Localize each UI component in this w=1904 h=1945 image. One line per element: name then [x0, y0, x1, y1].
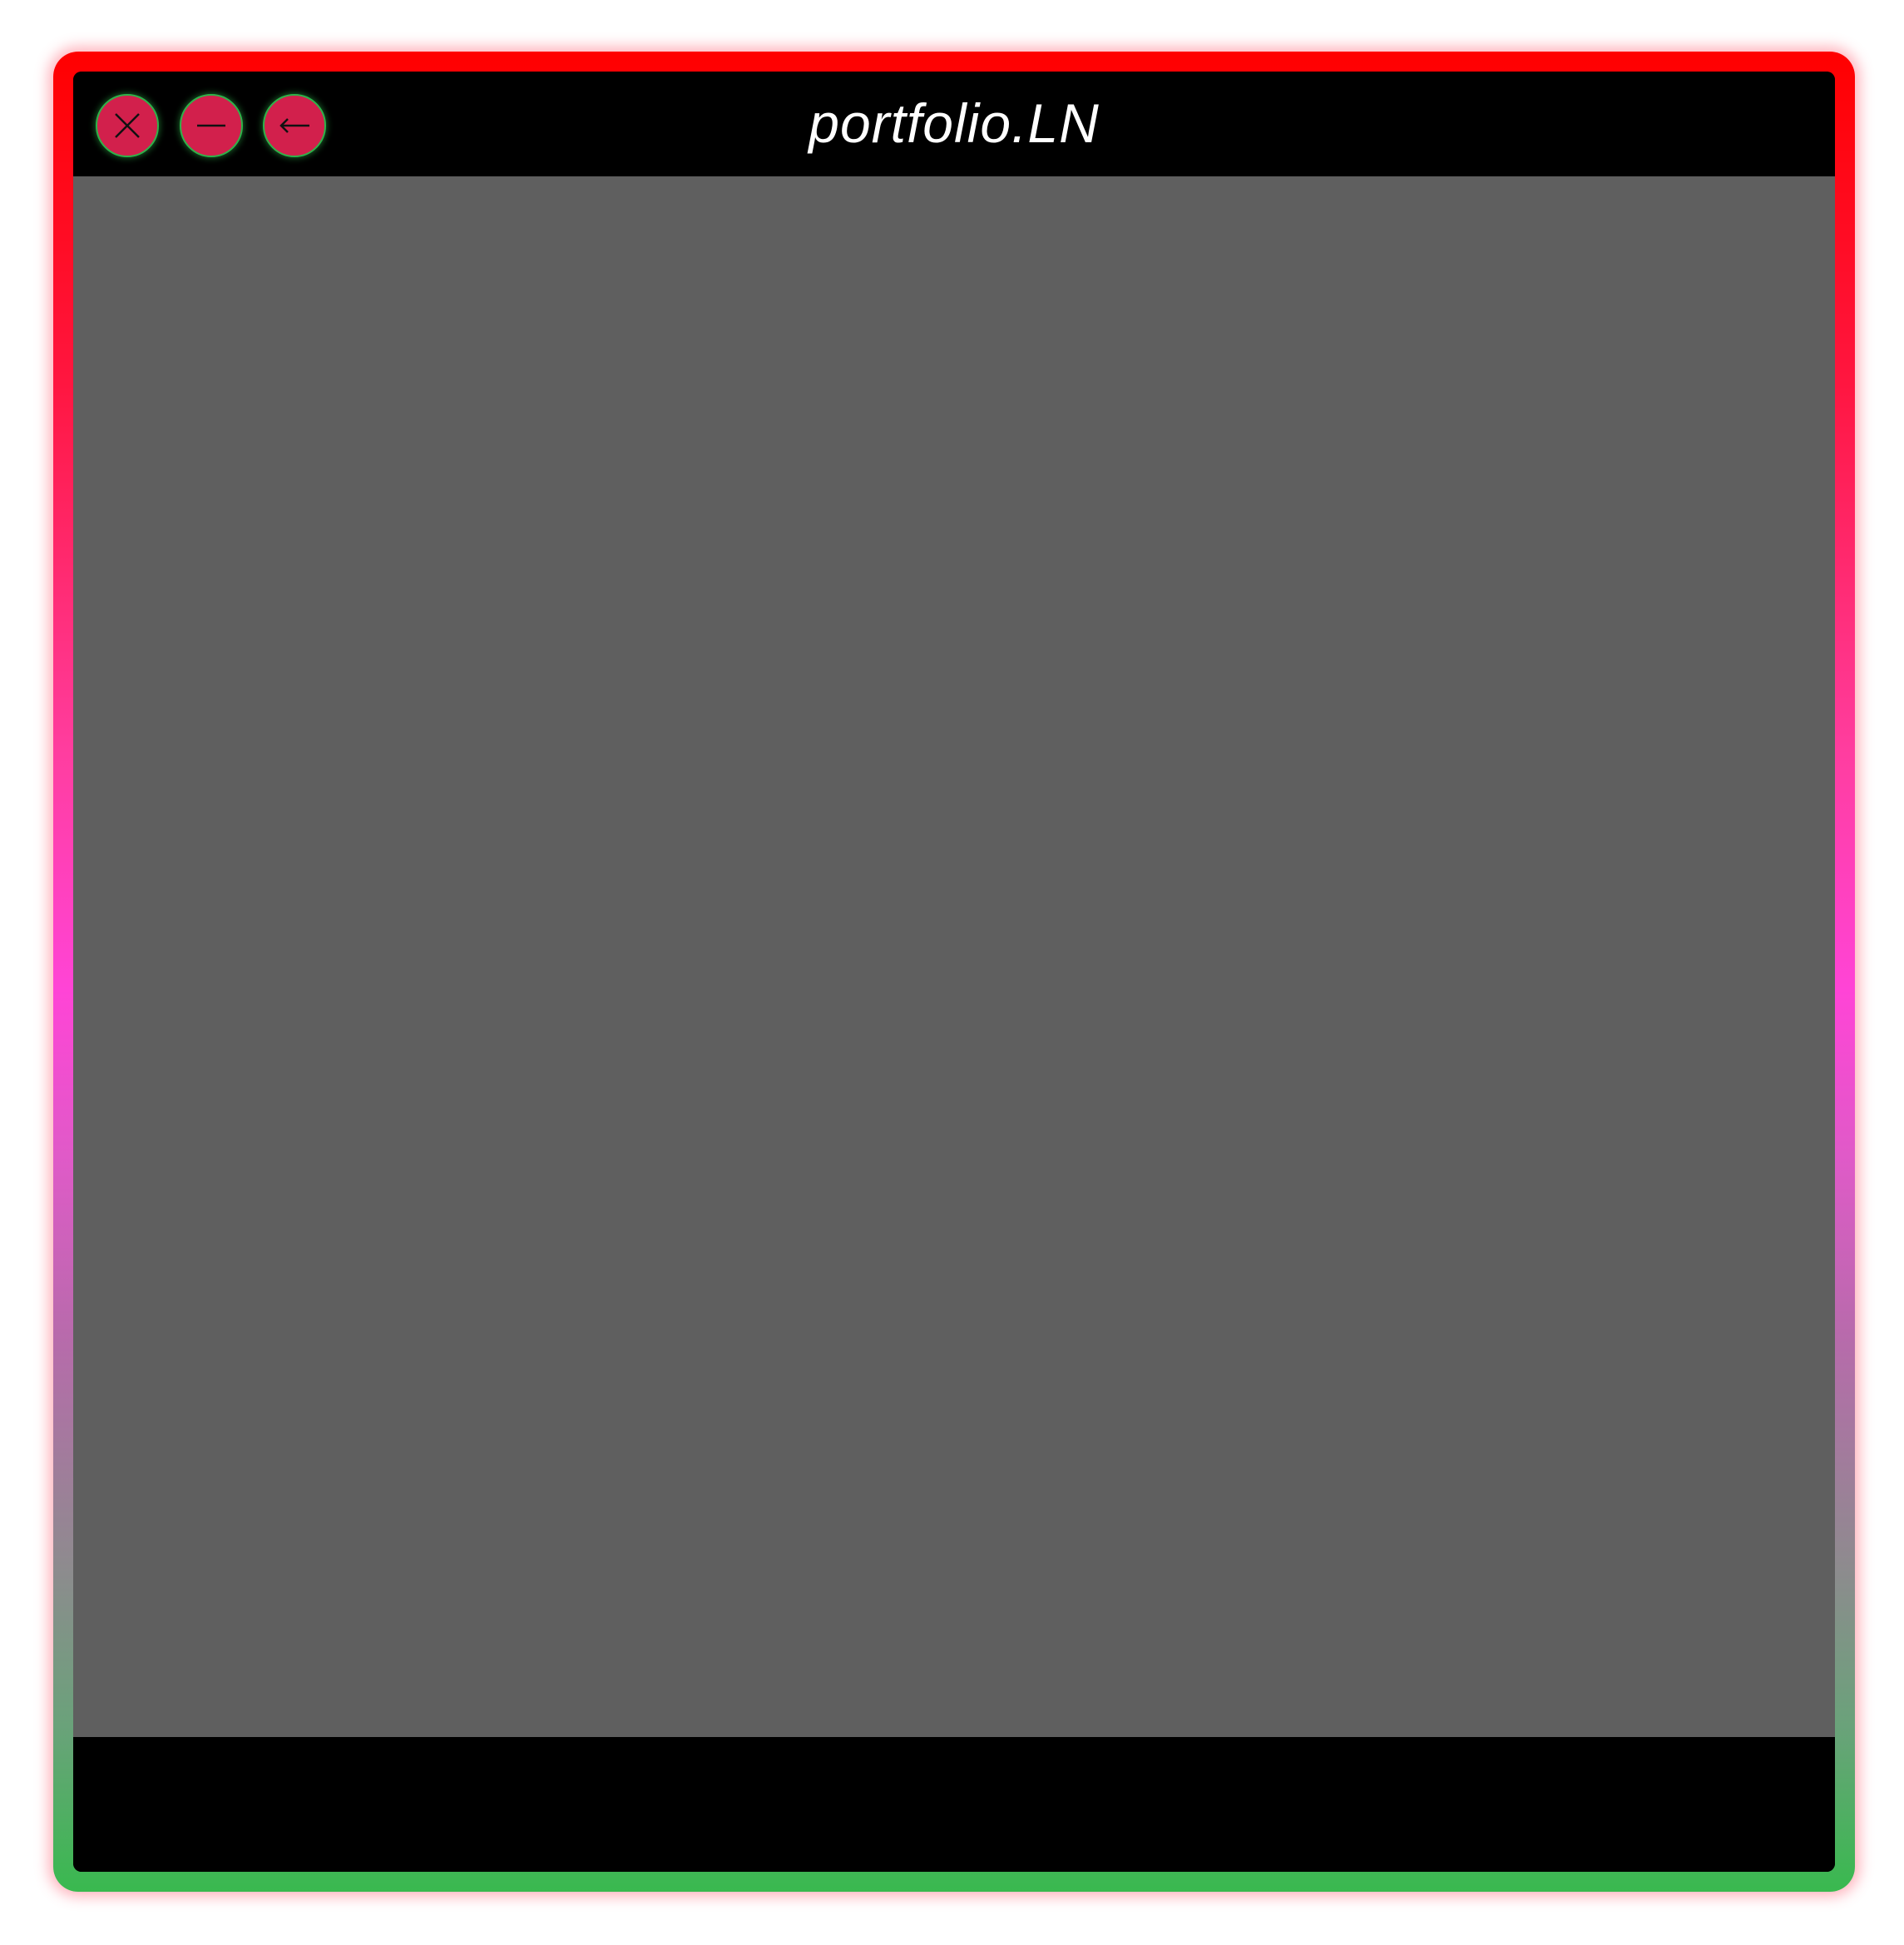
- title-bar[interactable]: portfolio.LN: [73, 72, 1835, 176]
- footer-bar: [73, 1737, 1835, 1872]
- content-area: [73, 176, 1835, 1737]
- window-frame: portfolio.LN: [53, 52, 1855, 1892]
- app-window: portfolio.LN: [73, 72, 1835, 1872]
- window-title: portfolio.LN: [809, 92, 1100, 154]
